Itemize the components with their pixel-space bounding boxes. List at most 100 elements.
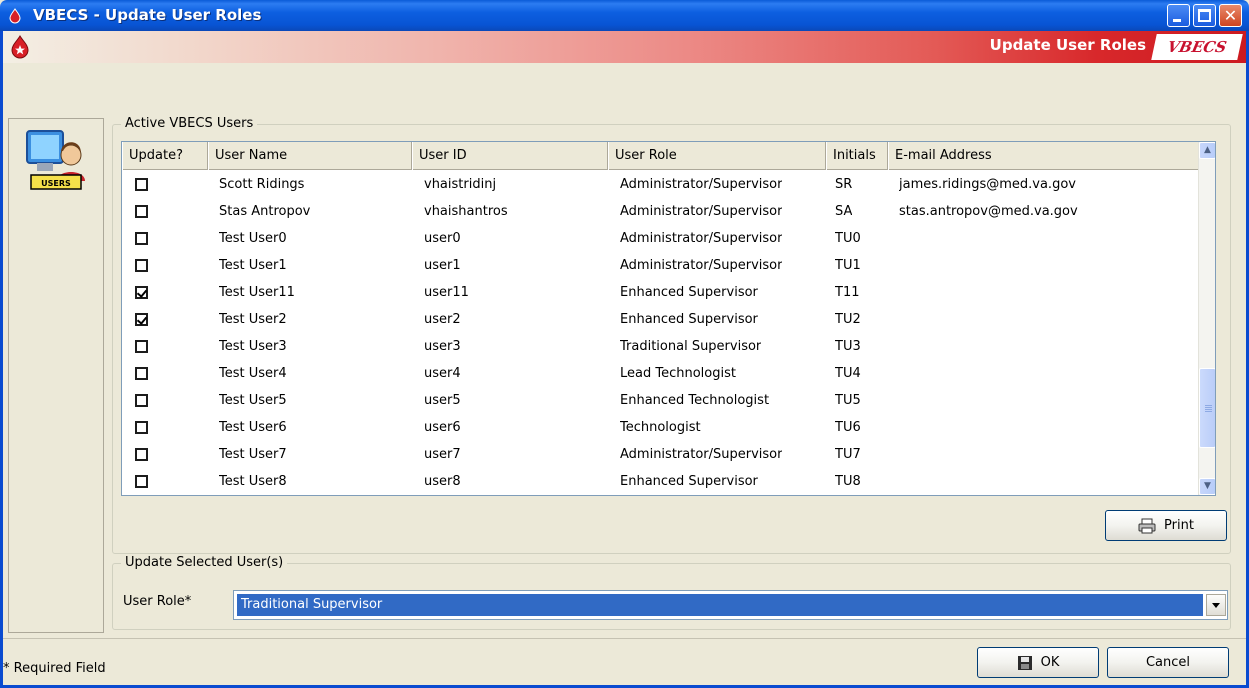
ok-button[interactable]: OK: [977, 647, 1099, 678]
scroll-down-button[interactable]: ▼: [1199, 478, 1215, 495]
cell-initials: TU3: [835, 339, 861, 354]
table-row[interactable]: Test User1 user1 Administrator/Supervisor T…: [122, 252, 1199, 279]
update-selected-legend: Update Selected User(s): [121, 555, 288, 570]
cell-name: Test User7: [219, 447, 287, 462]
user-role-value[interactable]: Traditional Supervisor: [237, 594, 1203, 616]
print-button[interactable]: Print: [1105, 510, 1227, 541]
cell-role: Technologist: [620, 420, 701, 435]
update-checkbox[interactable]: [135, 367, 148, 380]
table-row[interactable]: Test User5 user5 Enhanced Technologist TU5: [122, 387, 1199, 414]
table-row[interactable]: Test User11 user11 Enhanced Supervisor T11: [122, 279, 1199, 306]
column-header-user-role[interactable]: User Role: [608, 142, 826, 170]
maximize-button[interactable]: [1193, 4, 1216, 27]
cell-initials: TU5: [835, 393, 861, 408]
table-row[interactable]: Test User7 user7 Administrator/Supervisor T…: [122, 441, 1199, 468]
cell-role: Enhanced Supervisor: [620, 312, 758, 327]
update-checkbox[interactable]: [135, 286, 148, 299]
table-row[interactable]: Scott Ridings vhaistridinj Administrator/S…: [122, 171, 1199, 198]
table-row[interactable]: Stas Antropov vhaishantros Administrator/S…: [122, 198, 1199, 225]
table-row[interactable]: Test User0 user0 Administrator/Supervisor T…: [122, 225, 1199, 252]
printer-icon: [1138, 518, 1156, 533]
cell-name: Test User8: [219, 474, 287, 489]
table-row[interactable]: Test User3 user3 Traditional Supervisor TU3: [122, 333, 1199, 360]
cell-initials: TU1: [835, 258, 861, 273]
cell-initials: SA: [835, 204, 853, 219]
scroll-thumb[interactable]: [1199, 368, 1215, 448]
users-grid[interactable]: Update? User Name User ID User Role Init…: [121, 141, 1216, 496]
column-header-email[interactable]: E-mail Address: [888, 142, 1199, 170]
update-checkbox[interactable]: [135, 421, 148, 434]
cancel-button[interactable]: Cancel: [1107, 647, 1229, 678]
app-logo-icon: [9, 8, 21, 24]
scroll-grip-icon: [1205, 405, 1212, 413]
cell-name: Test User6: [219, 420, 287, 435]
cell-id: user1: [424, 258, 461, 273]
maximize-icon: [1198, 9, 1211, 22]
cell-name: Test User0: [219, 231, 287, 246]
cell-name: Test User11: [219, 285, 295, 300]
user-role-dropdown-button[interactable]: [1206, 594, 1226, 616]
ok-label: OK: [1040, 655, 1060, 670]
cell-name: Test User5: [219, 393, 287, 408]
update-checkbox[interactable]: [135, 178, 148, 191]
cell-initials: SR: [835, 177, 853, 192]
update-checkbox[interactable]: [135, 475, 148, 488]
table-row[interactable]: Test User6 user6 Technologist TU6: [122, 414, 1199, 441]
users-icon-label: USERS: [41, 179, 71, 188]
cancel-label: Cancel: [1145, 655, 1191, 670]
update-checkbox[interactable]: [135, 394, 148, 407]
table-row[interactable]: Test User8 user8 Enhanced Supervisor TU8: [122, 468, 1199, 495]
cell-role: Administrator/Supervisor: [620, 204, 783, 219]
chevron-down-icon: [1212, 603, 1220, 608]
cell-name: Stas Antropov: [219, 204, 311, 219]
grid-scrollbar[interactable]: ▲ ▼: [1198, 142, 1215, 495]
window-title: VBECS - Update User Roles: [33, 6, 262, 24]
cell-id: user8: [424, 474, 461, 489]
close-button[interactable]: ✕: [1219, 4, 1242, 27]
update-checkbox[interactable]: [135, 259, 148, 272]
cell-name: Test User2: [219, 312, 287, 327]
cell-id: vhaishantros: [424, 204, 508, 219]
cell-id: user7: [424, 447, 461, 462]
update-checkbox[interactable]: [135, 340, 148, 353]
cell-initials: TU7: [835, 447, 861, 462]
cell-initials: T11: [835, 285, 860, 300]
cell-role: Administrator/Supervisor: [620, 231, 783, 246]
update-checkbox[interactable]: [135, 205, 148, 218]
side-panel: USERS: [8, 118, 104, 633]
user-role-select[interactable]: Traditional Supervisor: [233, 590, 1228, 620]
column-header-initials[interactable]: Initials: [826, 142, 888, 170]
cell-role: Enhanced Supervisor: [620, 285, 758, 300]
column-header-user-id[interactable]: User ID: [412, 142, 608, 170]
cell-name: Scott Ridings: [219, 177, 305, 192]
table-row[interactable]: Test User4 user4 Lead Technologist TU4: [122, 360, 1199, 387]
scroll-up-button[interactable]: ▲: [1199, 142, 1215, 159]
update-checkbox[interactable]: [135, 313, 148, 326]
title-bar: VBECS - Update User Roles ✕: [0, 0, 1249, 31]
cell-name: Test User4: [219, 366, 287, 381]
cell-id: user4: [424, 366, 461, 381]
active-users-legend: Active VBECS Users: [121, 116, 258, 131]
header-banner: Update User Roles VBECS: [3, 31, 1246, 63]
cell-role: Administrator/Supervisor: [620, 177, 783, 192]
print-label: Print: [1164, 518, 1194, 533]
table-row[interactable]: Test User2 user2 Enhanced Supervisor TU2: [122, 306, 1199, 333]
cell-email: stas.antropov@med.va.gov: [899, 204, 1078, 219]
cell-id: user2: [424, 312, 461, 327]
cell-id: user5: [424, 393, 461, 408]
column-header-update[interactable]: Update?: [122, 142, 208, 170]
column-header-user-name[interactable]: User Name: [208, 142, 412, 170]
required-field-note: * Required Field: [3, 661, 106, 676]
cell-id: user6: [424, 420, 461, 435]
cell-id: user11: [424, 285, 469, 300]
cell-role: Enhanced Supervisor: [620, 474, 758, 489]
cell-initials: TU6: [835, 420, 861, 435]
update-checkbox[interactable]: [135, 448, 148, 461]
cell-email: james.ridings@med.va.gov: [899, 177, 1076, 192]
update-checkbox[interactable]: [135, 232, 148, 245]
vbecs-drop-icon: [11, 35, 29, 59]
minimize-button[interactable]: [1167, 4, 1190, 27]
cell-id: user3: [424, 339, 461, 354]
cell-id: vhaistridinj: [424, 177, 497, 192]
close-icon: ✕: [1223, 6, 1238, 25]
